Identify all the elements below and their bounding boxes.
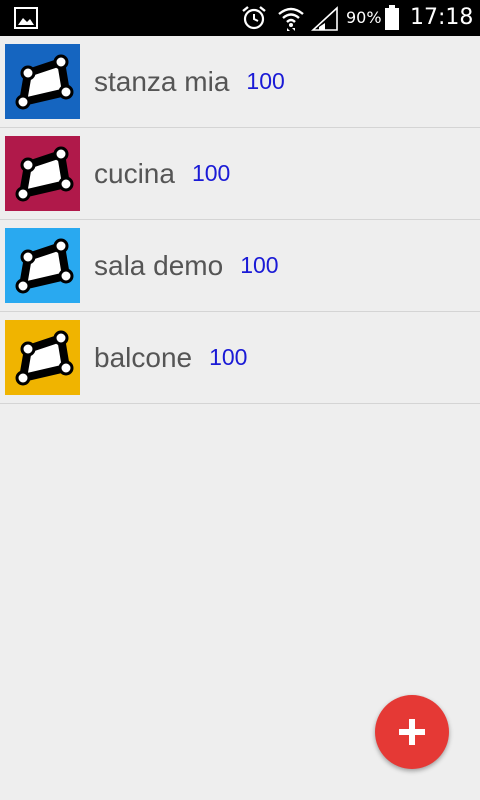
room-thumbnail bbox=[5, 228, 80, 303]
list-item[interactable]: sala demo 100 bbox=[0, 220, 480, 312]
polygon-icon bbox=[5, 320, 80, 395]
status-bar: 90% 17:18 bbox=[0, 0, 480, 36]
wifi-icon bbox=[278, 7, 304, 31]
polygon-icon bbox=[5, 228, 80, 303]
alarm-icon bbox=[242, 6, 266, 30]
list-item[interactable]: stanza mia 100 bbox=[0, 36, 480, 128]
polygon-icon bbox=[5, 136, 80, 211]
room-thumbnail bbox=[5, 320, 80, 395]
room-count: 100 bbox=[240, 252, 279, 278]
room-thumbnail bbox=[5, 44, 80, 119]
battery-percent: 90% bbox=[346, 8, 382, 27]
room-count: 100 bbox=[209, 344, 248, 370]
room-list: stanza mia 100 cucina 100 sala demo 100 … bbox=[0, 36, 480, 404]
plus-icon bbox=[399, 719, 425, 745]
clock: 17:18 bbox=[410, 5, 474, 30]
room-count: 100 bbox=[191, 160, 231, 186]
room-name: cucina bbox=[94, 157, 175, 189]
room-name: balcone bbox=[94, 341, 193, 373]
polygon-icon bbox=[5, 44, 80, 119]
room-thumbnail bbox=[5, 136, 80, 211]
battery-icon bbox=[385, 5, 399, 30]
gallery-icon bbox=[14, 7, 38, 29]
room-count: 100 bbox=[246, 68, 285, 94]
list-item[interactable]: balcone 100 bbox=[0, 312, 480, 404]
signal-icon bbox=[311, 6, 338, 31]
add-room-button[interactable] bbox=[375, 695, 449, 769]
list-item[interactable]: cucina 100 bbox=[0, 128, 480, 220]
room-name: sala demo bbox=[94, 249, 224, 281]
room-name: stanza mia bbox=[94, 65, 230, 97]
